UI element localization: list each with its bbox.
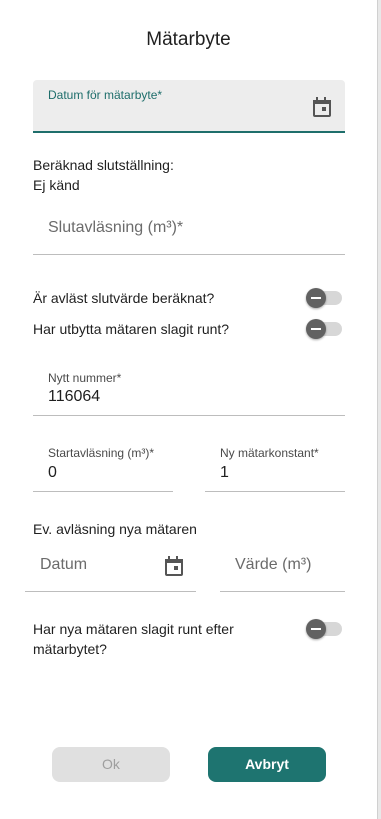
dialog-title: Mätarbyte: [146, 29, 231, 50]
calendar-icon[interactable]: [164, 556, 183, 576]
calculated-toggle-label: Är avläst slutvärde beräknat?: [33, 290, 215, 306]
meter-constant-label: Ny mätarkonstant*: [220, 446, 319, 460]
date-of-change-field[interactable]: Datum för mätarbyte*: [33, 80, 345, 133]
new-reading-date-placeholder: Datum: [40, 556, 88, 573]
new-number-field[interactable]: Nytt nummer* 116064: [33, 364, 345, 416]
meter-constant-field[interactable]: Ny mätarkonstant* 1: [205, 440, 345, 492]
final-reading-placeholder: Slutavläsning (m³)*: [48, 219, 184, 236]
calculated-toggle[interactable]: [306, 288, 342, 308]
new-reading-value-field[interactable]: Värde (m³): [220, 540, 345, 592]
new-reading-section-label: Ev. avläsning nya mätaren: [33, 521, 197, 537]
start-reading-field[interactable]: Startavläsning (m³)* 0: [33, 440, 173, 492]
start-reading-value: 0: [48, 464, 57, 481]
new-number-label: Nytt nummer*: [48, 371, 122, 385]
calendar-icon[interactable]: [312, 97, 331, 117]
meter-constant-value: 1: [220, 464, 229, 481]
ok-button[interactable]: Ok: [52, 747, 170, 782]
new-reading-date-field[interactable]: Datum: [25, 540, 196, 592]
old-rollover-toggle-label: Har utbytta mätaren slagit runt?: [33, 321, 230, 337]
cancel-button[interactable]: Avbryt: [208, 747, 326, 782]
new-rollover-toggle[interactable]: [306, 619, 342, 639]
old-rollover-toggle[interactable]: [306, 319, 342, 339]
meter-change-dialog: Mätarbyte Datum för mätarbyte* Beräknad …: [0, 0, 378, 819]
start-reading-label: Startavläsning (m³)*: [48, 446, 155, 460]
date-of-change-label: Datum för mätarbyte*: [48, 88, 163, 102]
final-reading-field[interactable]: Slutavläsning (m³)*: [33, 204, 345, 255]
calculated-final-label: Beräknad slutställning:: [33, 157, 174, 173]
calculated-final-value: Ej känd: [33, 177, 80, 193]
new-rollover-toggle-label-line1: Har nya mätaren slagit runt efter: [33, 621, 234, 637]
new-number-value: 116064: [48, 388, 101, 405]
new-rollover-toggle-label-line2: mätarbytet?: [33, 641, 107, 657]
new-reading-value-placeholder: Värde (m³): [235, 556, 312, 573]
